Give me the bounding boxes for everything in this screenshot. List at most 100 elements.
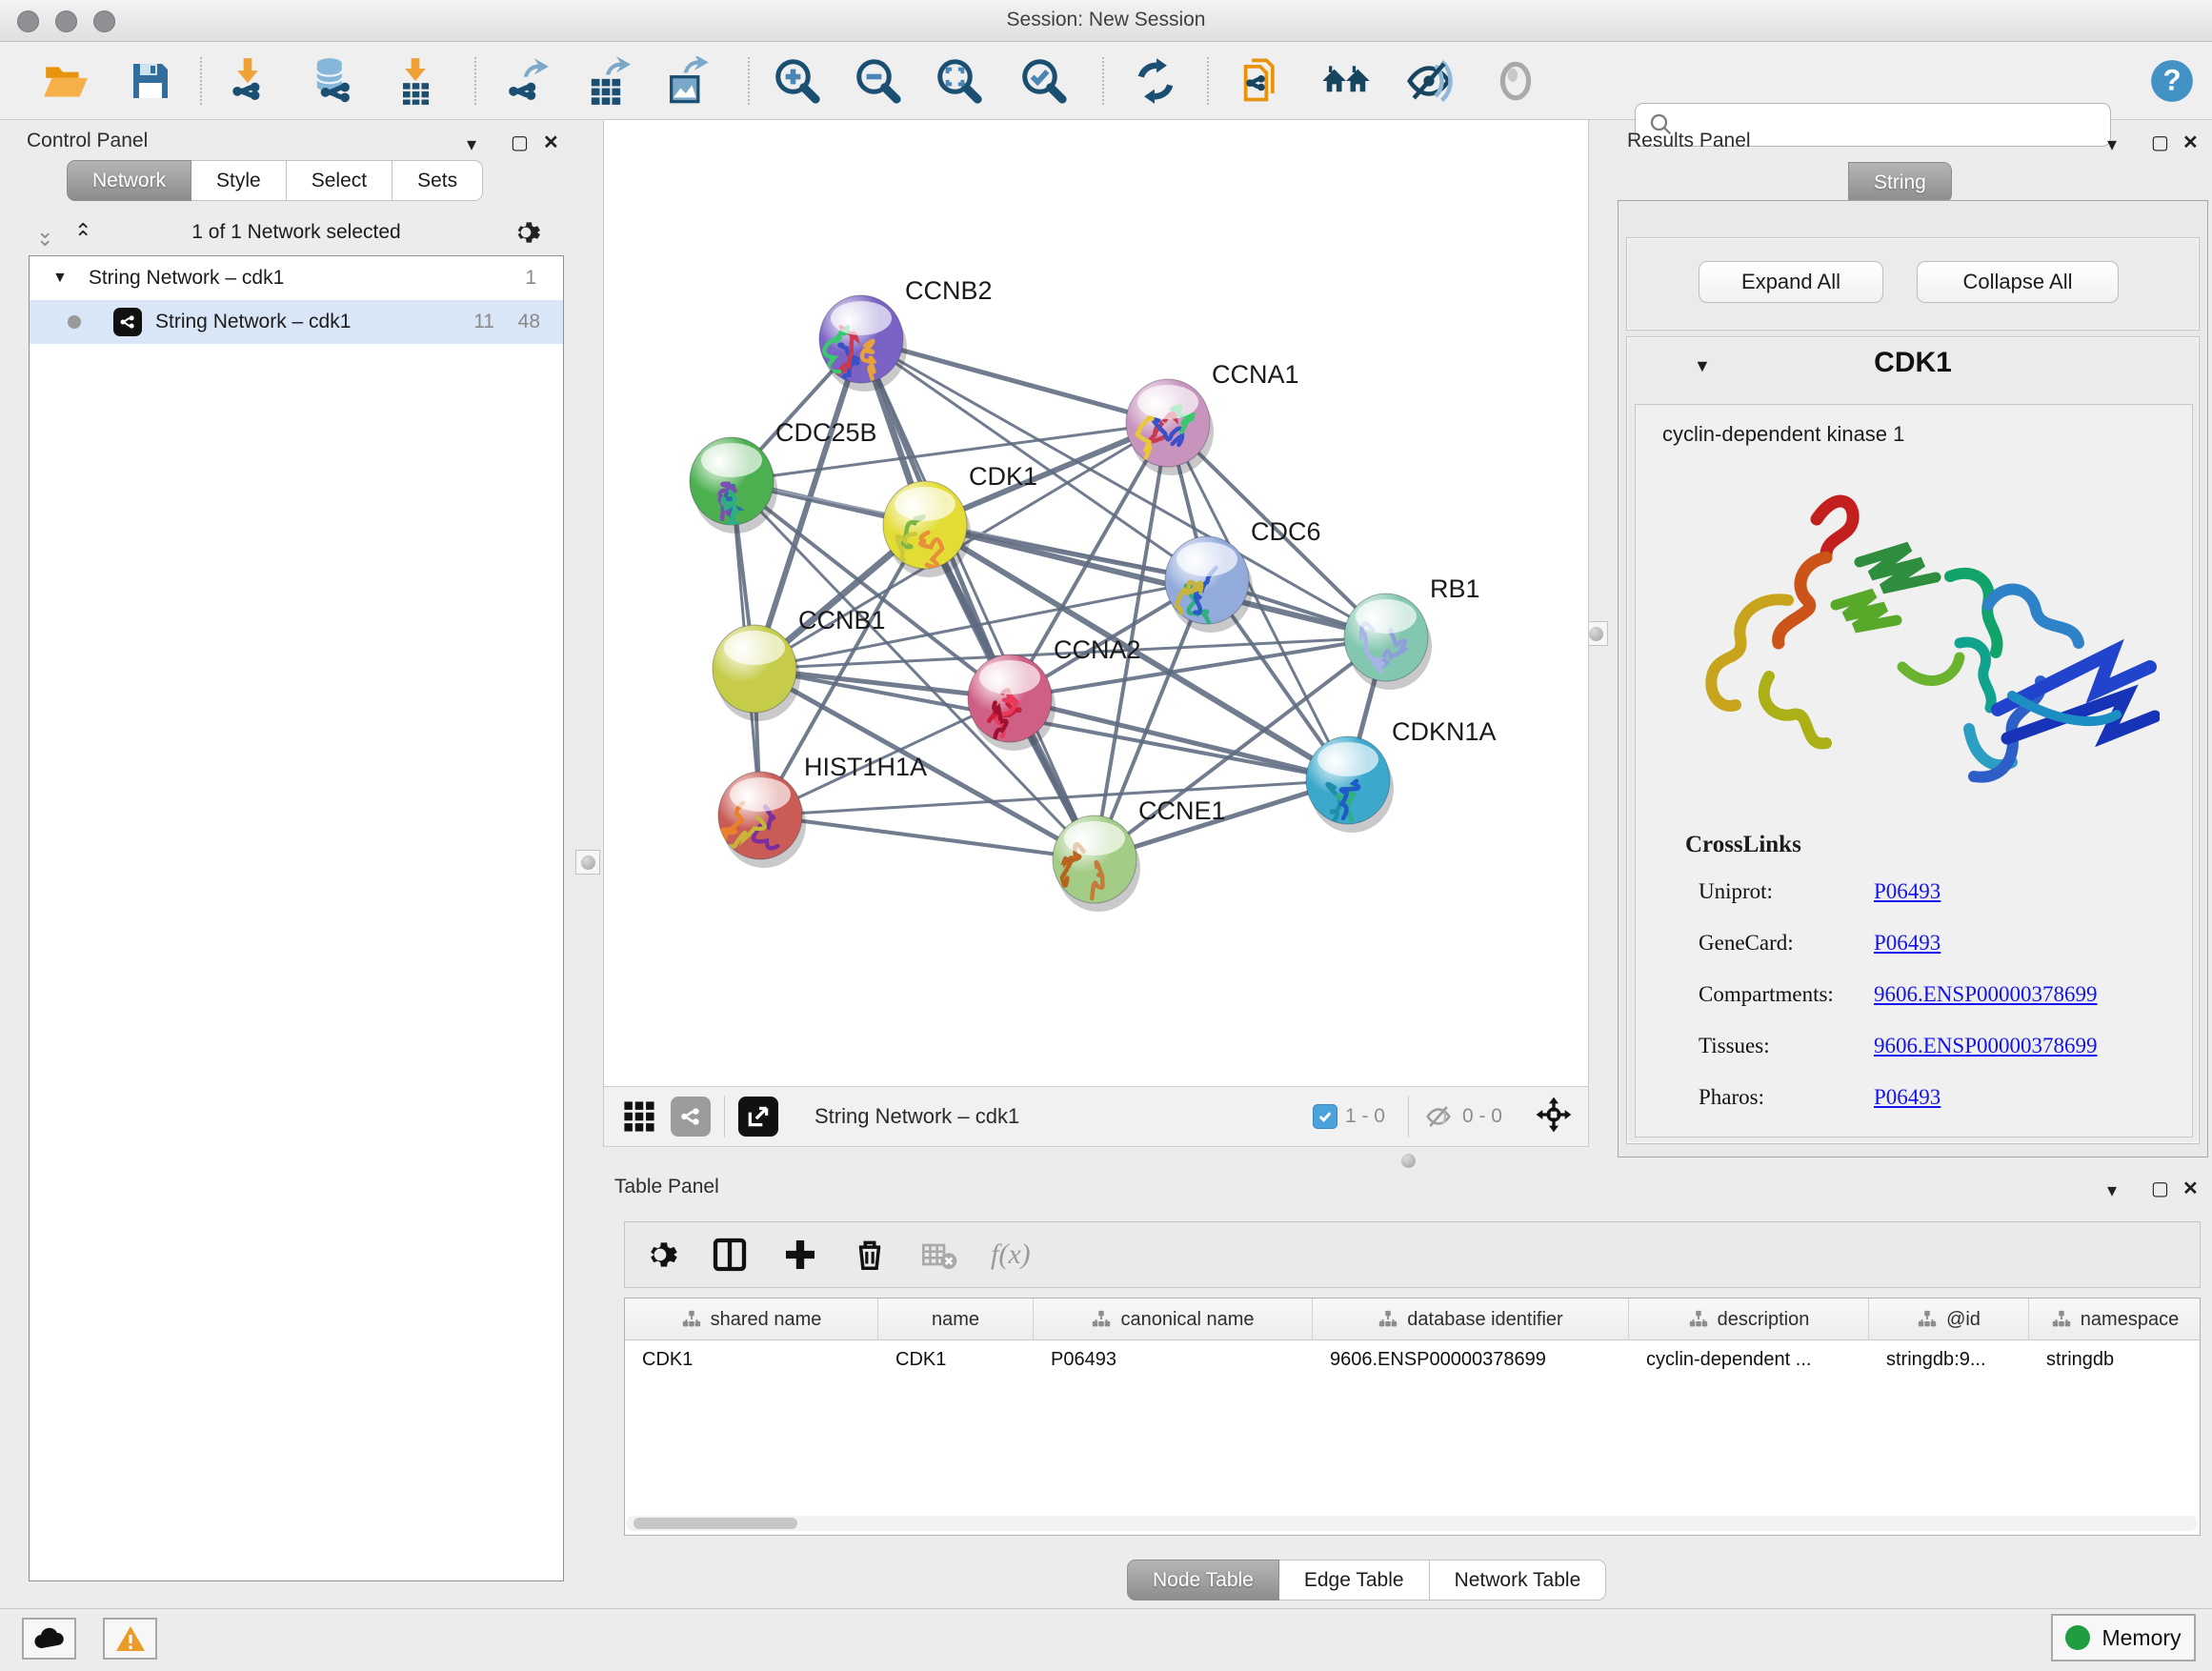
panel-float-icon[interactable]: ▾ bbox=[2107, 1181, 2117, 1200]
crosslink-label: Tissues: bbox=[1699, 1034, 1770, 1058]
node-HIST1H1A[interactable]: HIST1H1A bbox=[718, 753, 927, 868]
column-header-database-identifier[interactable]: database identifier bbox=[1313, 1299, 1629, 1340]
column-header-description[interactable]: description bbox=[1629, 1299, 1869, 1340]
crosslink-row: Tissues: 9606.ENSP00000378699 bbox=[1636, 1022, 2192, 1074]
cell--id[interactable]: stringdb:9... bbox=[1869, 1340, 2029, 1379]
home-pair-icon[interactable] bbox=[1319, 54, 1373, 108]
panel-close-icon[interactable]: ✕ bbox=[543, 133, 559, 152]
tab-node-table[interactable]: Node Table bbox=[1127, 1560, 1279, 1601]
network-status-dot bbox=[68, 315, 81, 329]
splitter-handle-bottom[interactable] bbox=[1396, 1148, 1420, 1173]
cell-database-identifier[interactable]: 9606.ENSP00000378699 bbox=[1313, 1340, 1629, 1379]
gear-icon[interactable] bbox=[642, 1237, 678, 1273]
warning-button[interactable] bbox=[103, 1618, 157, 1660]
export-table-icon[interactable] bbox=[579, 54, 633, 108]
expand-all-button[interactable]: Expand All bbox=[1699, 261, 1883, 303]
save-floppy-icon[interactable] bbox=[124, 54, 177, 108]
export-image-icon[interactable] bbox=[661, 54, 714, 108]
network-canvas[interactable]: CCNB2CCNA1CDC25BCDK1CDC6RB1CCNB1CCNA2CDK… bbox=[603, 120, 1589, 1086]
birds-eye-toggle-icon[interactable] bbox=[1535, 1096, 1573, 1138]
network-row-selected[interactable]: String Network – cdk1 11 48 bbox=[30, 300, 563, 344]
edge-CCNB2-CCNE1[interactable] bbox=[861, 339, 1095, 859]
tab-network[interactable]: Network bbox=[67, 160, 191, 201]
add-column-icon[interactable] bbox=[781, 1236, 819, 1274]
columns-icon[interactable] bbox=[711, 1236, 749, 1274]
scrollbar-thumb[interactable] bbox=[633, 1518, 797, 1529]
node-CCNB2[interactable]: CCNB2 bbox=[819, 276, 993, 392]
node-CDKN1A[interactable]: CDKN1A bbox=[1306, 717, 1497, 842]
delete-table-icon[interactable] bbox=[920, 1236, 958, 1274]
panel-close-icon[interactable]: ✕ bbox=[2182, 1179, 2199, 1198]
grid-view-icon[interactable] bbox=[619, 1097, 659, 1137]
zoom-selected-icon[interactable] bbox=[1017, 54, 1071, 108]
network-collection-row[interactable]: ▼ String Network – cdk1 1 bbox=[30, 256, 563, 300]
column-header-namespace[interactable]: namespace bbox=[2029, 1299, 2201, 1340]
refresh-icon[interactable] bbox=[1129, 54, 1182, 108]
eye-icon[interactable] bbox=[1489, 54, 1542, 108]
column-header--id[interactable]: @id bbox=[1869, 1299, 2029, 1340]
tab-style[interactable]: Style bbox=[191, 160, 287, 201]
detach-view-icon[interactable] bbox=[738, 1097, 778, 1137]
cell-description[interactable]: cyclin-dependent ... bbox=[1629, 1340, 1869, 1379]
zoom-fit-icon[interactable] bbox=[933, 54, 986, 108]
edge-CCNB2-CCNA1[interactable] bbox=[861, 339, 1168, 423]
cell-namespace[interactable]: stringdb bbox=[2029, 1340, 2201, 1379]
column-header-canonical-name[interactable]: canonical name bbox=[1034, 1299, 1313, 1340]
panel-float-icon[interactable]: ▾ bbox=[2107, 135, 2117, 154]
panel-close-icon[interactable]: ✕ bbox=[2182, 133, 2199, 152]
crosslink-link[interactable]: 9606.ENSP00000378699 bbox=[1874, 1034, 2098, 1058]
delete-column-icon[interactable] bbox=[852, 1237, 888, 1273]
zoom-in-icon[interactable] bbox=[771, 54, 824, 108]
memory-label: Memory bbox=[2101, 1625, 2181, 1651]
hidden-eye-icon[interactable] bbox=[1422, 1102, 1455, 1131]
crosslink-link[interactable]: P06493 bbox=[1874, 1085, 1941, 1110]
cell-canonical-name[interactable]: P06493 bbox=[1034, 1340, 1313, 1379]
crosslink-link[interactable]: P06493 bbox=[1874, 879, 1941, 904]
export-network-icon[interactable] bbox=[499, 54, 553, 108]
function-builder-icon[interactable]: f(x) bbox=[991, 1238, 1031, 1271]
horizontal-scrollbar[interactable] bbox=[626, 1516, 2198, 1531]
cloud-button[interactable] bbox=[22, 1618, 76, 1660]
splitter-handle-left[interactable] bbox=[575, 850, 600, 875]
open-folder-icon[interactable] bbox=[38, 54, 91, 108]
tab-network-table[interactable]: Network Table bbox=[1430, 1560, 1607, 1601]
import-database-icon[interactable] bbox=[305, 54, 358, 108]
collapse-all-button[interactable]: Collapse All bbox=[1917, 261, 2119, 303]
panel-maximize-icon[interactable]: ▢ bbox=[511, 133, 529, 152]
selected-checkbox-icon[interactable] bbox=[1313, 1104, 1337, 1129]
tab-sets[interactable]: Sets bbox=[392, 160, 483, 201]
panel-maximize-icon[interactable]: ▢ bbox=[2151, 133, 2169, 152]
node-RB1[interactable]: RB1 bbox=[1344, 574, 1480, 690]
column-header-name[interactable]: name bbox=[878, 1299, 1034, 1340]
share-view-icon[interactable] bbox=[671, 1097, 711, 1137]
node-table[interactable]: shared namenamecanonical namedatabase id… bbox=[624, 1298, 2201, 1536]
eye-hidden-icon[interactable] bbox=[1402, 54, 1456, 108]
crosslink-link[interactable]: P06493 bbox=[1874, 931, 1941, 956]
import-table-icon[interactable] bbox=[389, 54, 442, 108]
cell-shared-name[interactable]: CDK1 bbox=[625, 1340, 878, 1379]
crosslink-label: Pharos: bbox=[1699, 1085, 1764, 1110]
node-CCNA1[interactable]: CCNA1 bbox=[1126, 360, 1299, 475]
panel-maximize-icon[interactable]: ▢ bbox=[2151, 1179, 2169, 1198]
network-list-header: ⌄⌄ ⌃⌃ 1 of 1 Network selected bbox=[29, 215, 564, 253]
tree-expander-icon[interactable]: ▼ bbox=[52, 270, 68, 287]
help-icon[interactable]: ? bbox=[2145, 54, 2199, 108]
neighbors-document-icon[interactable] bbox=[1236, 54, 1289, 108]
tab-edge-table[interactable]: Edge Table bbox=[1279, 1560, 1430, 1601]
cell-name[interactable]: CDK1 bbox=[878, 1340, 1034, 1379]
tab-string[interactable]: String bbox=[1848, 162, 1952, 203]
memory-button[interactable]: Memory bbox=[2051, 1614, 2196, 1661]
edge-HIST1H1A-CCNE1[interactable] bbox=[760, 815, 1095, 859]
gear-icon[interactable] bbox=[511, 217, 541, 248]
column-header-shared-name[interactable]: shared name bbox=[625, 1299, 878, 1340]
crosslink-link[interactable]: 9606.ENSP00000378699 bbox=[1874, 982, 2098, 1007]
panel-float-icon[interactable]: ▾ bbox=[467, 135, 476, 154]
network-view-footer: String Network – cdk1 1 - 0 0 - 0 bbox=[603, 1086, 1589, 1147]
node-CDK1[interactable]: CDK1 bbox=[883, 462, 1037, 589]
import-network-icon[interactable] bbox=[221, 54, 274, 108]
zoom-out-icon[interactable] bbox=[852, 54, 905, 108]
crosslink-row: Compartments:9606.ENSP00000378699 bbox=[1636, 971, 2192, 1022]
tab-select[interactable]: Select bbox=[287, 160, 392, 201]
gene-description: cyclin-dependent kinase 1 bbox=[1662, 422, 1904, 447]
node-CCNE1[interactable]: CCNE1 bbox=[1053, 796, 1226, 912]
